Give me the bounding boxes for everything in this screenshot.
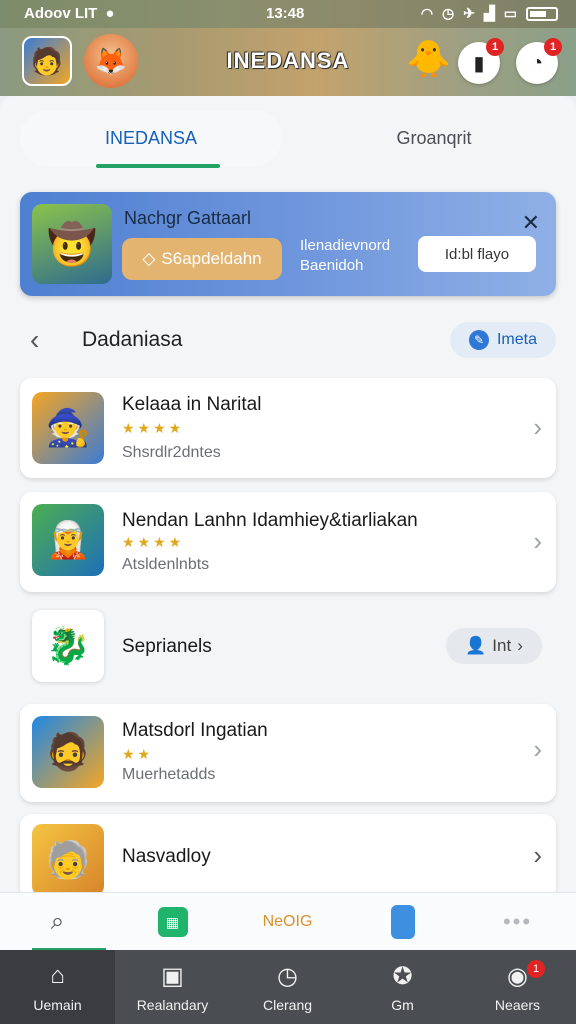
tab-label: INEDANSA — [104, 127, 198, 148]
promo-button-label: S6apdeldahn — [161, 249, 262, 268]
nav-calendar[interactable]: ▣ Realandary — [115, 950, 230, 1024]
grid-tab[interactable]: ▦ — [115, 893, 230, 951]
edit-icon: ✎ — [468, 330, 489, 350]
nav-label: Gm — [391, 997, 414, 1013]
navigation-bar: ⌂ Uemain ▣ Realandary ◷ Clerang ✪ Gm ◉ 1… — [0, 950, 576, 1024]
chevron-right-icon: › — [533, 840, 542, 870]
rating-stars: ★★★★ — [122, 534, 185, 550]
tab-label: Groanqrit — [396, 127, 472, 148]
list-item[interactable]: 🧝 Nendan Lanhn Idamhiey&tiarliakan ★★★★ … — [20, 492, 556, 592]
list-item[interactable]: 🧓 Nasvadloy › — [20, 814, 556, 900]
rating-stars: ★★★★ — [122, 420, 185, 436]
item-name: Matsdorl Ingatian — [122, 720, 268, 741]
item-name: Nendan Lanhn Idamhiey&tiarliakan — [122, 510, 418, 531]
section-header: ‹ Dadaniasa ✎ Imeta — [20, 316, 556, 364]
notification-badge: 1 — [527, 960, 545, 978]
user-icon: 👤 — [465, 636, 487, 655]
clock-icon: ◷ — [277, 962, 298, 990]
nav-label: Realandary — [136, 997, 209, 1013]
app-header: 🧑 🦊 INEDANSA 🐥 ▮ 1 ◔ 1 — [0, 28, 576, 96]
center-tab[interactable]: NeOIG — [230, 893, 345, 951]
chevron-right-icon: › — [517, 636, 523, 655]
phone-icon — [390, 905, 415, 939]
power-icon: ◔ — [530, 51, 544, 74]
notification-badge: 1 — [486, 38, 504, 56]
item-subtitle: Atsldenlnbts — [122, 556, 210, 573]
status-right: ◠ ◷ ✈ ▟ ▭ — [421, 5, 558, 22]
game-icon: 🧝 — [32, 504, 104, 576]
nav-label: Uemain — [33, 997, 82, 1013]
close-icon[interactable]: ✕ — [522, 210, 540, 236]
promo-banner[interactable]: 🤠 Nachgr Gattaarl ◇ S6apdeldahn Ilenadie… — [20, 192, 556, 296]
item-name: Kelaaa in Narital — [122, 394, 262, 415]
search-icon: ⌕ — [50, 908, 65, 935]
nav-label: Clerang — [262, 997, 313, 1013]
status-bar: Adoov LIT ● 13:48 ◠ ◷ ✈ ▟ ▭ — [0, 0, 576, 28]
calendar-icon: ▣ — [161, 962, 184, 990]
nav-home[interactable]: ⌂ Uemain — [0, 950, 115, 1024]
tab-underline — [96, 164, 220, 168]
tab-secondary[interactable]: Groanqrit — [334, 110, 534, 166]
list-item[interactable]: 🧙 Kelaaa in Narital ★★★★ Shsrdlr2dntes › — [20, 378, 556, 478]
battery-icon — [526, 6, 558, 21]
promo-character-icon: 🤠 — [32, 204, 112, 284]
tab-primary[interactable]: INEDANSA — [20, 110, 282, 168]
center-tab-label: NeOIG — [262, 913, 313, 930]
back-chevron-icon[interactable]: ‹ — [30, 324, 39, 356]
game-icon: 🧓 — [32, 824, 104, 896]
tag-icon: ◇ — [142, 249, 156, 268]
inbox-button[interactable]: ▮ 1 — [458, 38, 504, 84]
game-icon: 🧙 — [32, 392, 104, 464]
nav-messages[interactable]: ◉ 1 Neaers — [460, 950, 575, 1024]
home-icon: ⌂ — [50, 962, 65, 989]
alerts-button[interactable]: ◔ 1 — [516, 38, 562, 84]
filter-pill-label: Imeta — [496, 331, 537, 348]
rating-stars: ★★ — [122, 746, 154, 762]
wifi-icon: ◠ — [420, 5, 434, 21]
item-subtitle: Muerhetadds — [122, 766, 216, 783]
filter-pill[interactable]: ✎ Imeta — [450, 322, 556, 358]
more-tab[interactable]: ••• — [460, 893, 575, 951]
promo-description: Ilenadievnord Baenidoh — [300, 237, 391, 274]
section-title: Dadaniasa — [82, 328, 183, 351]
alarm-icon: ◷ — [442, 5, 455, 21]
carrier-label: Adoov LIT — [24, 5, 98, 22]
bottom-toolbar: ⌕ ▦ NeOIG ••• — [0, 892, 576, 951]
chevron-right-icon: › — [533, 412, 542, 442]
gamepad-icon: ✪ — [392, 962, 413, 990]
action-pill-label: Int — [492, 636, 512, 655]
sim-icon: ▭ — [503, 5, 517, 21]
phone-tab[interactable] — [345, 893, 460, 951]
nav-label: Neaers — [494, 997, 541, 1013]
action-pill[interactable]: 👤 Int › — [446, 628, 542, 664]
item-name: Nasvadloy — [122, 846, 211, 867]
search-tab[interactable]: ⌕ — [0, 893, 115, 951]
promo-secondary-button[interactable]: Id:bl flayo — [418, 236, 536, 272]
promo-primary-button[interactable]: ◇ S6apdeldahn — [122, 238, 282, 280]
list-item[interactable]: 🧔 Matsdorl Ingatian ★★ Muerhetadds › — [20, 704, 556, 802]
signal-icon: ▟ — [483, 5, 495, 21]
item-subtitle: Shsrdlr2dntes — [122, 444, 221, 461]
game-icon: 🐉 — [32, 610, 104, 682]
chevron-right-icon: › — [533, 734, 542, 764]
grid-icon: ▦ — [157, 907, 188, 937]
inbox-icon: ▮ — [473, 52, 485, 75]
message-icon: ● — [105, 5, 115, 22]
clock: 13:48 — [266, 5, 305, 22]
mascot-icon: 🐥 — [406, 38, 451, 79]
tab-bar: INEDANSA Groanqrit — [0, 96, 576, 176]
airplane-icon: ✈ — [463, 5, 475, 21]
nav-clock[interactable]: ◷ Clerang — [230, 950, 345, 1024]
game-icon: 🧔 — [32, 716, 104, 788]
status-left: Adoov LIT ● — [24, 5, 114, 22]
notification-badge: 1 — [544, 38, 562, 56]
list-item[interactable]: 🐉 Seprianels 👤 Int › — [20, 606, 556, 688]
promo-title: Nachgr Gattaarl — [124, 208, 252, 228]
chevron-right-icon: › — [533, 526, 542, 556]
more-icon: ••• — [502, 909, 533, 934]
item-name: Seprianels — [122, 636, 212, 657]
nav-game[interactable]: ✪ Gm — [345, 950, 460, 1024]
